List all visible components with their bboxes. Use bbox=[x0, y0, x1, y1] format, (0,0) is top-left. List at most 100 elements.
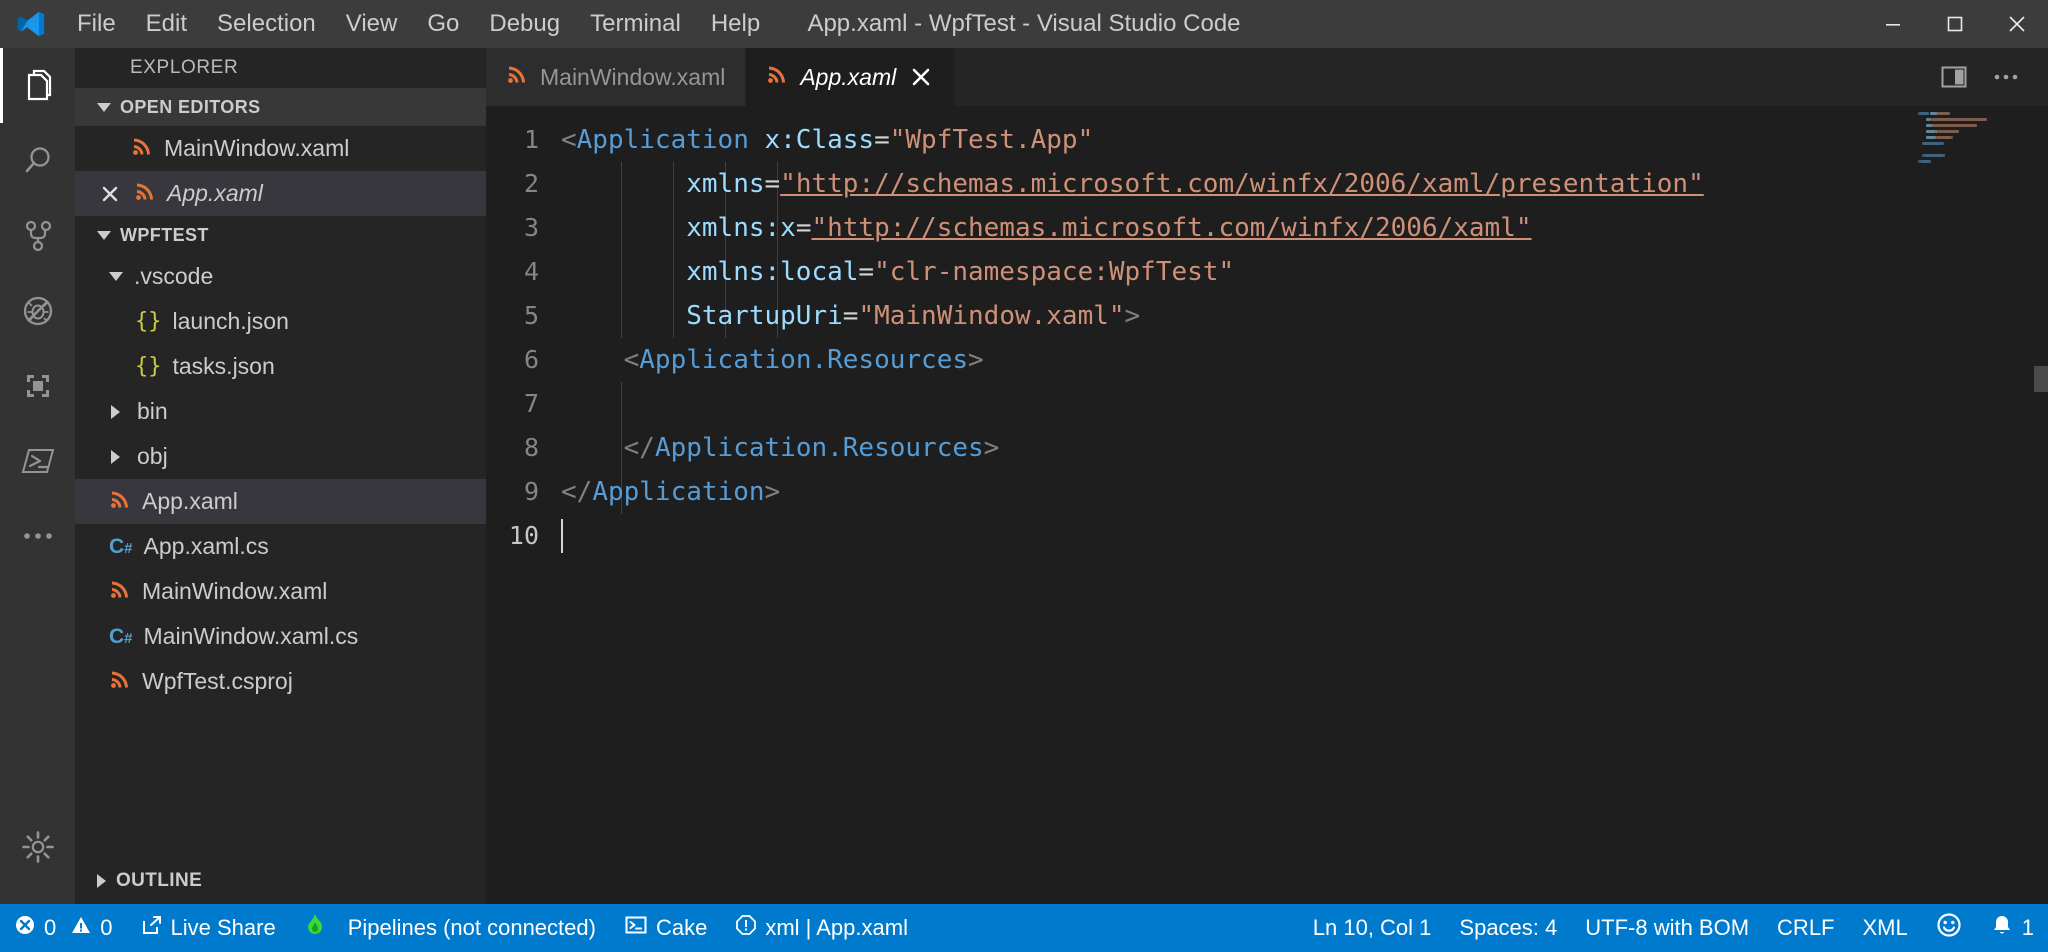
menu-file[interactable]: File bbox=[62, 6, 131, 42]
source-control-icon[interactable] bbox=[0, 198, 75, 273]
section-outline[interactable]: OUTLINE bbox=[75, 858, 486, 904]
vscode-logo-icon bbox=[0, 9, 62, 39]
gear-icon[interactable] bbox=[0, 809, 75, 884]
status-feedback[interactable] bbox=[1922, 904, 1976, 952]
tree-file-app-xaml-cs[interactable]: C# App.xaml.cs bbox=[75, 524, 486, 569]
tree-folder-vscode[interactable]: .vscode bbox=[75, 254, 486, 299]
scrollbar-thumb[interactable] bbox=[2034, 366, 2048, 392]
chevron-right-icon bbox=[111, 449, 120, 464]
menu-debug[interactable]: Debug bbox=[474, 6, 575, 42]
status-pipelines-label: Pipelines (not connected) bbox=[347, 915, 596, 940]
smiley-icon bbox=[1936, 912, 1962, 944]
tree-file-app-xaml[interactable]: App.xaml bbox=[75, 479, 486, 524]
powershell-icon[interactable] bbox=[0, 423, 75, 498]
line-number: 3 bbox=[523, 213, 539, 242]
status-pipelines[interactable]: Pipelines (not connected) bbox=[290, 904, 610, 952]
more-actions-icon[interactable] bbox=[1984, 55, 2028, 99]
status-errors[interactable]: 0 bbox=[0, 904, 70, 952]
tree-file-mainwindow-xaml-cs[interactable]: C# MainWindow.xaml.cs bbox=[75, 614, 486, 659]
status-language-mode[interactable]: XML bbox=[1849, 904, 1922, 952]
tree-folder-bin[interactable]: bin bbox=[75, 389, 486, 434]
editor-scrollbar[interactable] bbox=[2034, 106, 2048, 904]
minimap-line bbox=[1918, 112, 1919, 115]
menu-edit[interactable]: Edit bbox=[131, 6, 202, 42]
code-line: StartupUri="MainWindow.xaml"> bbox=[561, 294, 2048, 338]
code-token: xmlns bbox=[686, 169, 765, 199]
status-encoding[interactable]: UTF-8 with BOM bbox=[1571, 904, 1763, 952]
terminal-icon bbox=[624, 914, 648, 942]
section-open-editors[interactable]: OPEN EDITORS bbox=[75, 88, 486, 126]
code-token: > bbox=[764, 477, 781, 507]
code-token: StartupUri bbox=[686, 301, 843, 331]
xaml-file-icon bbox=[766, 63, 788, 91]
workbench-body: EXPLORER OPEN EDITORS MainWindow.xaml Ap… bbox=[0, 48, 2048, 904]
code-line-current bbox=[561, 514, 2048, 558]
code-token: > bbox=[1124, 301, 1141, 331]
tree-file-wpftest-csproj[interactable]: WpfTest.csproj bbox=[75, 659, 486, 704]
split-editor-icon[interactable] bbox=[1932, 55, 1976, 99]
open-editor-appxaml[interactable]: App.xaml bbox=[75, 171, 486, 216]
close-icon[interactable] bbox=[908, 66, 934, 88]
code-token: = bbox=[764, 169, 781, 199]
file-tree: .vscode {} launch.json {} tasks.json bin… bbox=[75, 254, 486, 858]
status-warnings[interactable]: 0 bbox=[70, 904, 126, 952]
tab-mainwindow-xaml[interactable]: MainWindow.xaml bbox=[486, 48, 747, 106]
code-token: < bbox=[561, 125, 577, 155]
minimap-line bbox=[1919, 112, 1930, 115]
minimize-icon[interactable] bbox=[1862, 0, 1924, 48]
line-number-gutter: 1 2 3 4 5 6 7 8 9 10 bbox=[486, 106, 561, 904]
search-icon[interactable] bbox=[0, 123, 75, 198]
more-actions-icon[interactable] bbox=[0, 498, 75, 573]
extensions-icon[interactable] bbox=[0, 348, 75, 423]
tree-folder-obj[interactable]: obj bbox=[75, 434, 486, 479]
code-token: Application.Resources bbox=[639, 345, 969, 375]
status-errors-count: 0 bbox=[44, 915, 57, 940]
close-icon[interactable] bbox=[1986, 0, 2048, 48]
chevron-down-icon bbox=[97, 102, 111, 112]
tab-label: App.xaml bbox=[800, 63, 897, 90]
code-token: "clr-namespace:WpfTest" bbox=[874, 257, 1235, 287]
xaml-file-icon bbox=[506, 63, 528, 91]
status-notifications[interactable]: 1 bbox=[1976, 904, 2048, 952]
vscode-window: File Edit Selection View Go Debug Termin… bbox=[0, 0, 2048, 952]
section-workspace-label: WPFTEST bbox=[120, 224, 209, 245]
tree-file-launch-json[interactable]: {} launch.json bbox=[75, 299, 486, 344]
status-live-share[interactable]: Live Share bbox=[127, 904, 290, 952]
status-eol[interactable]: CRLF bbox=[1763, 904, 1848, 952]
tree-file-mainwindow-xaml[interactable]: MainWindow.xaml bbox=[75, 569, 486, 614]
status-cake[interactable]: Cake bbox=[610, 904, 721, 952]
code-token: Application bbox=[576, 125, 749, 155]
code-token: Application bbox=[592, 477, 765, 507]
explorer-icon[interactable] bbox=[0, 48, 75, 123]
code-token: "WpfTest.App" bbox=[889, 125, 1094, 155]
menu-help[interactable]: Help bbox=[696, 6, 775, 42]
editor-actions bbox=[1932, 48, 2048, 106]
alert-circle-icon bbox=[735, 914, 757, 942]
close-icon[interactable] bbox=[97, 184, 123, 204]
menu-terminal[interactable]: Terminal bbox=[575, 6, 696, 42]
status-cursor-position[interactable]: Ln 10, Col 1 bbox=[1299, 904, 1446, 952]
code-editor[interactable]: 1 2 3 4 5 6 7 8 9 10 <Application x:Clas… bbox=[486, 106, 2048, 904]
open-editor-mainwindow[interactable]: MainWindow.xaml bbox=[75, 126, 486, 171]
menu-go[interactable]: Go bbox=[412, 6, 474, 42]
menu-selection[interactable]: Selection bbox=[202, 6, 331, 42]
section-workspace[interactable]: WPFTEST bbox=[75, 216, 486, 254]
status-xml-problems[interactable]: xml | App.xaml bbox=[721, 904, 922, 952]
status-bar-right: Ln 10, Col 1 Spaces: 4 UTF-8 with BOM CR… bbox=[1299, 904, 2048, 952]
window-controls bbox=[1862, 0, 2048, 48]
code-content[interactable]: <Application x:Class="WpfTest.App" xmlns… bbox=[561, 106, 2048, 904]
tree-file-tasks-json[interactable]: {} tasks.json bbox=[75, 344, 486, 389]
section-outline-label: OUTLINE bbox=[116, 870, 203, 891]
tree-item-label: WpfTest.csproj bbox=[142, 668, 293, 694]
xaml-file-icon bbox=[134, 180, 156, 208]
code-line: xmlns:x="http://schemas.microsoft.com/wi… bbox=[561, 206, 2048, 250]
run-debug-icon[interactable] bbox=[0, 273, 75, 348]
csharp-file-icon: C# bbox=[109, 624, 133, 648]
menu-view[interactable]: View bbox=[331, 6, 413, 42]
status-warnings-count: 0 bbox=[100, 915, 113, 940]
maximize-icon[interactable] bbox=[1924, 0, 1986, 48]
status-indentation[interactable]: Spaces: 4 bbox=[1445, 904, 1571, 952]
tab-app-xaml[interactable]: App.xaml bbox=[746, 48, 956, 106]
